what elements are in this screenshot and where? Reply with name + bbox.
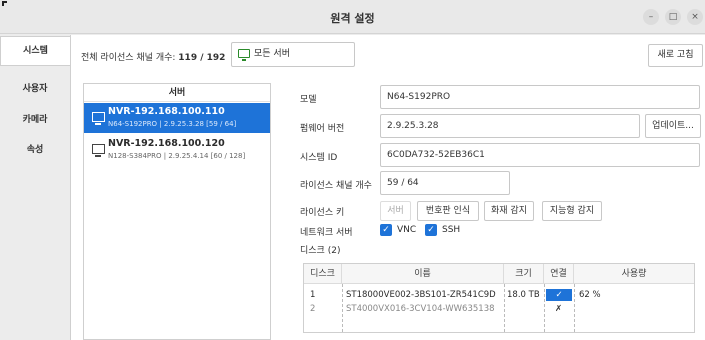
license-key-label: 라이선스 키 (300, 208, 345, 218)
col-divider (342, 284, 343, 332)
network-server-label: 네트워크 서버 (300, 228, 353, 238)
monitor-icon (92, 112, 105, 125)
sidebar: 시스템 사용자 카메라 속성 (0, 35, 70, 340)
all-servers-button[interactable]: 모든 서버 (231, 42, 355, 67)
total-license-label: 전체 라이선스 채널 개수: 119 / 192 (81, 50, 225, 63)
disk-count-label: 디스크 (2) (300, 246, 341, 256)
disk-name: ST4000VX016-3CV104-WW635138 (346, 304, 495, 314)
col-name: 이름 (342, 264, 504, 284)
server-details: N64-S192PRO | 2.9.25.3.28 [59 / 64] (108, 120, 237, 128)
license-channel-field[interactable]: 59 / 64 (380, 171, 510, 195)
sidebar-item-users[interactable]: 사용자 (0, 81, 70, 94)
disk-index: 2 (310, 304, 316, 314)
col-disk: 디스크 (304, 264, 342, 284)
server-item[interactable]: NVR-192.168.100.110 N64-S192PRO | 2.9.25… (84, 103, 270, 133)
window-title: 원격 설정 (330, 12, 375, 25)
title-bar: 원격 설정 – □ × (0, 0, 705, 34)
system-id-field[interactable]: 6C0DA732-52EB36C1 (380, 143, 700, 167)
firmware-field[interactable]: 2.9.25.3.28 (380, 114, 640, 138)
firmware-label: 펌웨어 버전 (300, 124, 345, 134)
col-size: 크기 (504, 264, 544, 284)
license-key-intelligent[interactable]: 지능형 감지 (542, 201, 602, 221)
maximize-button[interactable]: □ (665, 9, 681, 25)
monitor-icon (238, 49, 250, 61)
disk-disconnected-icon: ✗ (555, 304, 563, 314)
server-list-header: 서버 (84, 84, 270, 102)
col-connected: 연결 (544, 264, 574, 284)
close-button[interactable]: × (687, 9, 703, 25)
server-details: N128-S384PRO | 2.9.25.4.14 [60 / 128] (108, 152, 246, 160)
col-divider (504, 284, 505, 332)
sidebar-item-system[interactable]: 시스템 (0, 36, 70, 66)
disk-connected-check-icon: ✓ (546, 289, 572, 301)
disk-table: 디스크 이름 크기 연결 사용량 1 ST18000VE002-3BS101-Z… (303, 263, 695, 333)
update-button[interactable]: 업데이트... (645, 114, 701, 138)
disk-name: ST18000VE002-3BS101-ZR541C9D (346, 290, 496, 300)
resize-corner-icon (2, 1, 7, 6)
main-content: 전체 라이선스 채널 개수: 119 / 192 모든 서버 새로 고침 서버 … (70, 35, 705, 340)
total-license-value: 119 / 192 (178, 53, 226, 63)
refresh-button[interactable]: 새로 고침 (648, 44, 703, 67)
model-field[interactable]: N64-S192PRO (380, 85, 700, 109)
vnc-checkbox[interactable]: ✓ (380, 224, 392, 236)
sidebar-item-properties[interactable]: 속성 (0, 142, 70, 155)
server-name: NVR-192.168.100.110 (108, 106, 225, 117)
sidebar-item-cameras[interactable]: 카메라 (0, 112, 70, 125)
disk-size: 18.0 TB (507, 290, 540, 300)
col-usage: 사용량 (574, 264, 694, 284)
monitor-icon (92, 144, 105, 157)
server-name: NVR-192.168.100.120 (108, 138, 225, 149)
ssh-checkbox[interactable]: ✓ (425, 224, 437, 236)
license-channel-label: 라이선스 채널 개수 (300, 181, 372, 191)
server-list: 서버 NVR-192.168.100.110 N64-S192PRO | 2.9… (83, 83, 271, 340)
total-license-text: 전체 라이선스 채널 개수: (81, 53, 176, 63)
system-id-label: 시스템 ID (300, 153, 338, 163)
disk-index: 1 (310, 290, 316, 300)
col-divider (574, 284, 575, 332)
minimize-button[interactable]: – (643, 9, 659, 25)
all-servers-label: 모든 서버 (254, 49, 290, 59)
license-key-lpr[interactable]: 번호판 인식 (417, 201, 479, 221)
license-key-server: 서버 (380, 201, 411, 221)
disk-usage: 62 % (579, 290, 601, 300)
vnc-label: VNC (397, 225, 417, 235)
ssh-label: SSH (442, 225, 461, 235)
col-divider (544, 284, 545, 332)
model-label: 모델 (300, 95, 317, 105)
server-item[interactable]: NVR-192.168.100.120 N128-S384PRO | 2.9.2… (84, 135, 270, 165)
license-key-fire[interactable]: 화재 감지 (484, 201, 534, 221)
